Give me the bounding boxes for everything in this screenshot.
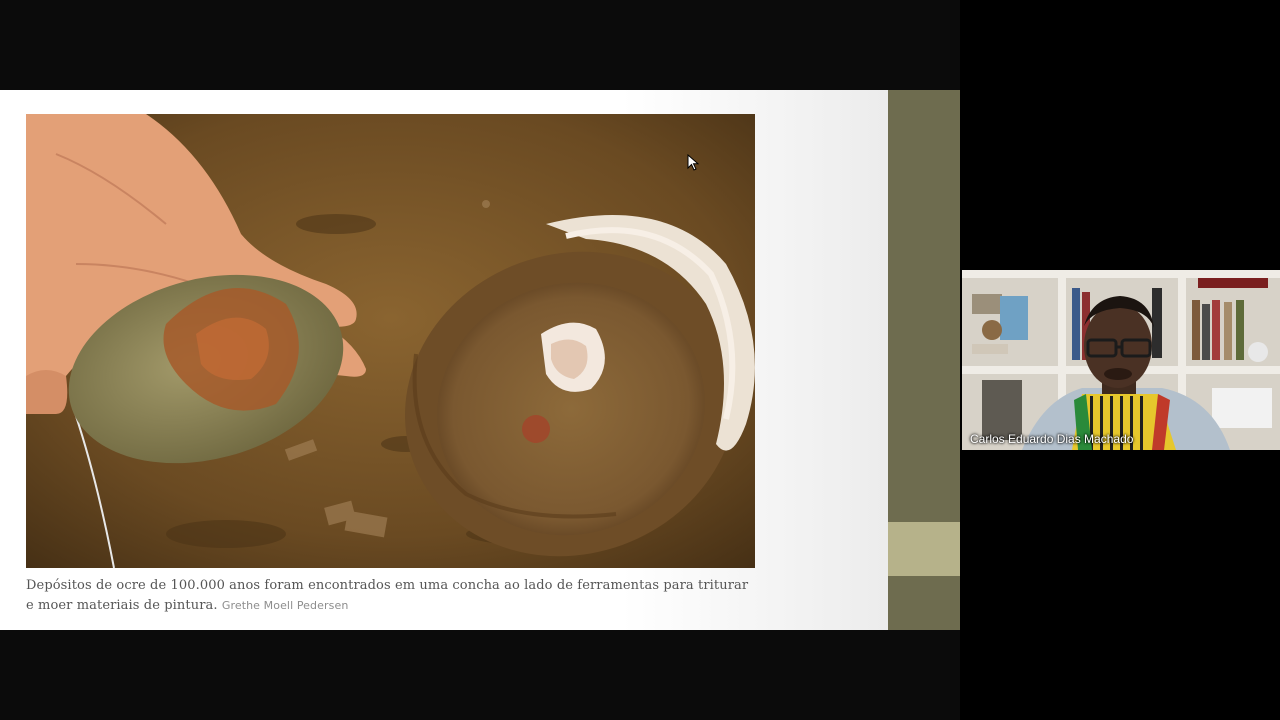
caption-credit: Grethe Moell Pedersen xyxy=(221,599,349,612)
caption-text: Depósitos de ocre de 100.000 anos foram … xyxy=(26,578,749,613)
photo-ochre-shell-and-stone xyxy=(26,114,755,568)
participant-video-feed xyxy=(962,270,1280,450)
slide-photo xyxy=(26,114,755,568)
mouse-pointer-icon xyxy=(687,154,699,171)
participant-video-tile[interactable]: Carlos Eduardo Dias Machado xyxy=(962,270,1280,450)
screen-share-area: Depósitos de ocre de 100.000 anos foram … xyxy=(0,0,960,720)
presentation-slide: Depósitos de ocre de 100.000 anos foram … xyxy=(0,90,888,630)
side-strip-band xyxy=(888,522,960,576)
participant-name-label: Carlos Eduardo Dias Machado xyxy=(970,432,1134,446)
slide-side-strip xyxy=(888,90,960,630)
photo-caption: Depósitos de ocre de 100.000 anos foram … xyxy=(26,576,756,616)
